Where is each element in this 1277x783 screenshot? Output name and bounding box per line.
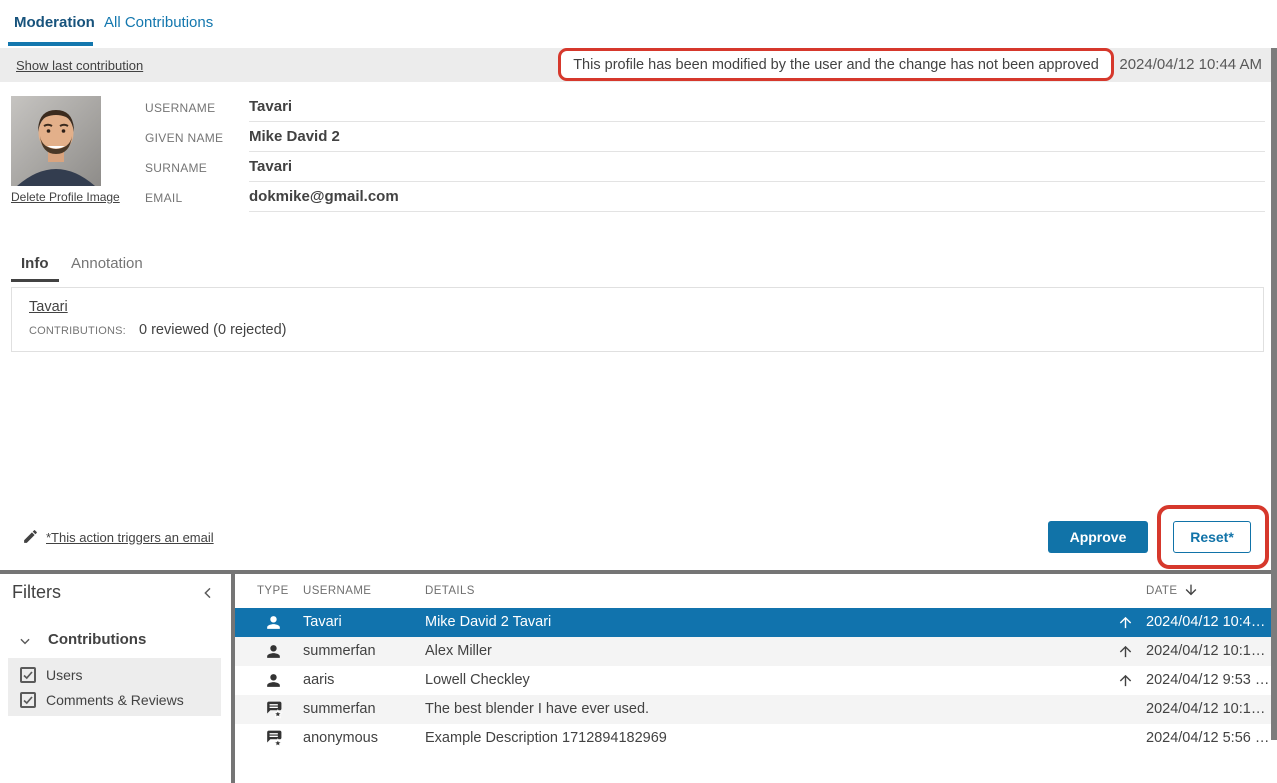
table-row[interactable]: Tavari Mike David 2 Tavari 2024/04/12 10… (235, 608, 1271, 637)
chevron-down-icon (18, 634, 32, 648)
filter-option-label: Comments & Reviews (46, 692, 184, 708)
row-details: Mike David 2 Tavari (425, 608, 551, 637)
contribution-timestamp: 2024/04/12 10:44 AM (1119, 56, 1262, 73)
profile-modified-warning: This profile has been modified by the us… (558, 48, 1114, 81)
comment-type-icon (264, 700, 283, 719)
filter-option-label: Users (46, 667, 83, 683)
column-header-username[interactable]: USERNAME (303, 585, 371, 597)
filter-option-comments-reviews[interactable]: Comments & Reviews (8, 689, 221, 713)
given-name-label: GIVEN NAME (145, 123, 223, 153)
filter-option-users[interactable]: Users (8, 664, 221, 688)
user-type-icon (264, 671, 283, 690)
approve-button[interactable]: Approve (1048, 521, 1148, 553)
row-date: 2024/04/12 10:1… (1146, 637, 1265, 666)
tab-all-contributions[interactable]: All Contributions (104, 14, 213, 31)
column-header-type[interactable]: TYPE (257, 585, 289, 597)
active-subtab-underline (11, 279, 59, 282)
row-username: anonymous (303, 724, 378, 753)
checked-checkbox-icon[interactable] (20, 692, 36, 708)
contributions-label: CONTRIBUTIONS: (29, 325, 126, 337)
main-tab-bar: Moderation All Contributions (0, 0, 1277, 48)
column-header-date[interactable]: DATE (1146, 585, 1177, 597)
row-details: Example Description 1712894182969 (425, 724, 667, 753)
active-tab-underline (8, 42, 93, 46)
row-date: 2024/04/12 9:53 … (1146, 666, 1269, 695)
warning-text: This profile has been modified by the us… (573, 57, 1099, 73)
filters-title: Filters (12, 582, 61, 603)
table-header: TYPE USERNAME DETAILS DATE (235, 574, 1271, 608)
row-username: summerfan (303, 637, 376, 666)
username-value[interactable]: Tavari (249, 93, 1265, 122)
email-label: EMAIL (145, 183, 183, 213)
vertical-scrollbar[interactable] (1271, 48, 1277, 740)
arrow-up-icon (1117, 643, 1134, 660)
table-row[interactable]: summerfan The best blender I have ever u… (235, 695, 1271, 724)
email-value[interactable]: dokmike@gmail.com (249, 183, 1265, 212)
tab-moderation[interactable]: Moderation (14, 14, 95, 31)
username-label: USERNAME (145, 93, 215, 123)
field-row-username: USERNAME Tavari (0, 93, 1277, 123)
reset-button[interactable]: Reset* (1173, 521, 1251, 553)
email-trigger-note-link[interactable]: *This action triggers an email (46, 530, 214, 545)
user-type-icon (264, 642, 283, 661)
filters-panel: Filters Contributions Users Comments & R… (0, 574, 231, 783)
column-header-details[interactable]: DETAILS (425, 585, 475, 597)
row-details: The best blender I have ever used. (425, 695, 649, 724)
table-row[interactable]: summerfan Alex Miller 2024/04/12 10:1… (235, 637, 1271, 666)
given-name-value[interactable]: Mike David 2 (249, 123, 1265, 152)
moderation-page: Moderation All Contributions Show last c… (0, 0, 1277, 783)
row-username: aaris (303, 666, 334, 695)
field-row-email: EMAIL dokmike@gmail.com (0, 183, 1277, 213)
row-username: Tavari (303, 608, 342, 637)
user-profile-link[interactable]: Tavari (29, 299, 68, 315)
edit-pencil-icon (22, 528, 39, 545)
filter-options: Users Comments & Reviews (8, 658, 221, 716)
row-details: Lowell Checkley (425, 666, 530, 695)
table-row[interactable]: anonymous Example Description 1712894182… (235, 724, 1271, 753)
user-type-icon (264, 613, 283, 632)
row-date: 2024/04/12 10:1… (1146, 695, 1265, 724)
field-row-given-name: GIVEN NAME Mike David 2 (0, 123, 1277, 153)
checked-checkbox-icon[interactable] (20, 667, 36, 683)
row-details: Alex Miller (425, 637, 492, 666)
info-panel: Tavari CONTRIBUTIONS: 0 reviewed (0 reje… (11, 287, 1264, 352)
arrow-up-icon (1117, 672, 1134, 689)
status-bar: Show last contribution This profile has … (0, 48, 1277, 82)
contributions-table: TYPE USERNAME DETAILS DATE Tavari Mike D… (235, 574, 1271, 783)
show-last-contribution-link[interactable]: Show last contribution (16, 58, 143, 73)
filter-group-contributions[interactable]: Contributions (0, 628, 231, 654)
tab-annotation[interactable]: Annotation (71, 255, 143, 272)
tab-info[interactable]: Info (21, 255, 49, 272)
sort-descending-icon[interactable] (1183, 582, 1199, 598)
row-date: 2024/04/12 5:56 … (1146, 724, 1269, 753)
arrow-up-icon (1117, 614, 1134, 631)
contributions-value: 0 reviewed (0 rejected) (139, 322, 287, 338)
table-row[interactable]: aaris Lowell Checkley 2024/04/12 9:53 … (235, 666, 1271, 695)
comment-type-icon (264, 729, 283, 748)
collapse-panel-icon[interactable] (200, 585, 216, 601)
surname-label: SURNAME (145, 153, 207, 183)
row-username: summerfan (303, 695, 376, 724)
field-row-surname: SURNAME Tavari (0, 153, 1277, 183)
row-date: 2024/04/12 10:4… (1146, 608, 1265, 637)
surname-value[interactable]: Tavari (249, 153, 1265, 182)
filter-group-label: Contributions (48, 631, 146, 648)
